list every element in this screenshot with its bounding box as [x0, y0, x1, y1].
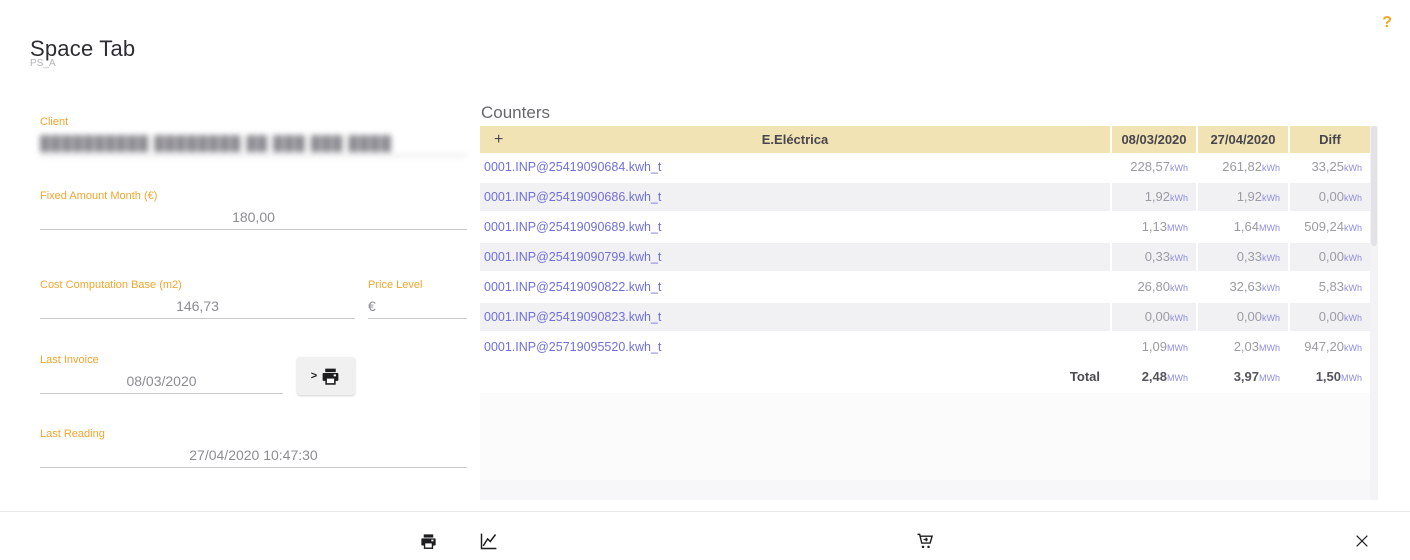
cost-base-input[interactable]: 146,73 — [40, 295, 355, 319]
counter-link[interactable]: 0001.INP@25419090823.kwh_t — [484, 310, 661, 324]
cost-base-label: Cost Computation Base (m2) — [40, 279, 355, 291]
counter-link[interactable]: 0001.INP@25419090822.kwh_t — [484, 280, 661, 294]
price-level-input[interactable]: € — [368, 295, 467, 319]
bottom-divider — [0, 511, 1410, 512]
table-header-row: + E.Eléctrica 08/03/2020 27/04/2020 Diff — [480, 126, 1370, 153]
client-input[interactable]: ██████████ ████████ ██ ███ ███ ████ — [40, 132, 467, 156]
field-client: Client ██████████ ████████ ██ ███ ███ ██… — [40, 116, 467, 156]
table-row: 0001.INP@25419090823.kwh_t 0,00kWh 0,00k… — [480, 303, 1370, 333]
table-row: 0001.INP@25419090684.kwh_t 228,57kWh 261… — [480, 153, 1370, 183]
field-last-invoice: Last Invoice 08/03/2020 — [40, 354, 283, 394]
field-price-level: Price Level € — [368, 279, 467, 319]
chart-button[interactable] — [474, 528, 502, 554]
print-button[interactable] — [414, 528, 442, 554]
printer-icon — [419, 532, 438, 551]
horizontal-scrollbar[interactable] — [480, 480, 1370, 500]
fixed-amount-input[interactable]: 180,00 — [40, 206, 467, 230]
close-button[interactable] — [1348, 528, 1376, 554]
page-subtitle: PS_A — [30, 58, 56, 69]
counter-link[interactable]: 0001.INP@25419090684.kwh_t — [484, 160, 661, 174]
chevron-right-icon: > — [311, 370, 317, 382]
printer-icon — [320, 366, 341, 387]
counter-link[interactable]: 0001.INP@25419090689.kwh_t — [484, 220, 661, 234]
field-cost-base: Cost Computation Base (m2) 146,73 — [40, 279, 355, 319]
export-cart-button[interactable] — [911, 528, 939, 554]
space-tab-page: { "page": { "title": "Space Tab", "subti… — [0, 0, 1410, 560]
field-last-reading: Last Reading 27/04/2020 10:47:30 — [40, 428, 467, 468]
help-icon[interactable]: ? — [1382, 14, 1392, 32]
last-invoice-label: Last Invoice — [40, 354, 283, 366]
table-row: 0001.INP@25419090686.kwh_t 1,92kWh 1,92k… — [480, 183, 1370, 213]
close-icon — [1354, 533, 1370, 549]
table-row: 0001.INP@25419090822.kwh_t 26,80kWh 32,6… — [480, 273, 1370, 303]
counter-link[interactable]: 0001.INP@25419090686.kwh_t — [484, 190, 661, 204]
column-header-date2[interactable]: 27/04/2020 — [1196, 126, 1288, 153]
table-row: 0001.INP@25419090799.kwh_t 0,33kWh 0,33k… — [480, 243, 1370, 273]
last-invoice-input[interactable]: 08/03/2020 — [40, 370, 283, 394]
column-header-diff[interactable]: Diff — [1288, 126, 1370, 153]
counters-title: Counters — [481, 103, 550, 123]
line-chart-icon — [478, 531, 499, 552]
scrollbar-thumb[interactable] — [1371, 126, 1377, 246]
counters-table: + E.Eléctrica 08/03/2020 27/04/2020 Diff… — [480, 126, 1378, 500]
table-total-row: Total 2,48MWh 3,97MWh 1,50MWh — [480, 363, 1370, 393]
total-label: Total — [480, 363, 1110, 391]
print-invoice-button[interactable]: > — [297, 357, 355, 395]
client-label: Client — [40, 116, 467, 128]
table-row: 0001.INP@25419090689.kwh_t 1,13MWh 1,64M… — [480, 213, 1370, 243]
last-reading-label: Last Reading — [40, 428, 467, 440]
fixed-amount-label: Fixed Amount Month (€) — [40, 190, 467, 202]
column-header-date1[interactable]: 08/03/2020 — [1110, 126, 1196, 153]
price-level-label: Price Level — [368, 279, 467, 291]
table-row: 0001.INP@25719095520.kwh_t 1,09MWh 2,03M… — [480, 333, 1370, 363]
column-header-name[interactable]: E.Eléctrica — [480, 126, 1110, 153]
counter-link[interactable]: 0001.INP@25419090799.kwh_t — [484, 250, 661, 264]
counter-link[interactable]: 0001.INP@25719095520.kwh_t — [484, 340, 661, 354]
last-reading-input[interactable]: 27/04/2020 10:47:30 — [40, 444, 467, 468]
field-fixed-amount: Fixed Amount Month (€) 180,00 — [40, 190, 467, 230]
vertical-scrollbar[interactable] — [1370, 126, 1378, 500]
cart-arrow-icon — [915, 531, 935, 551]
